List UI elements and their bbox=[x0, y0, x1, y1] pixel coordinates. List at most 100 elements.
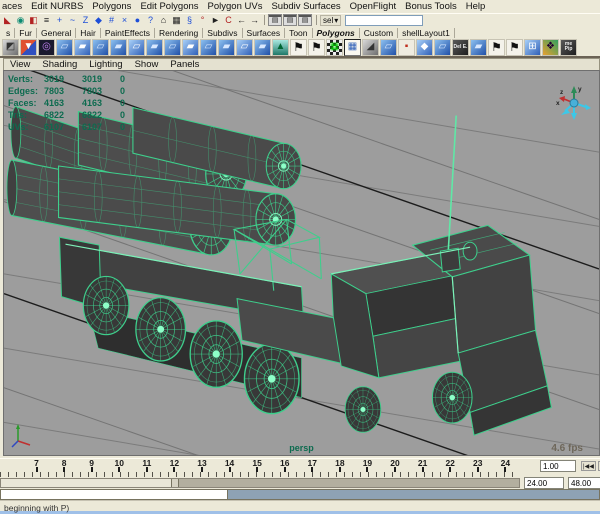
tool-icon[interactable]: ⌂ bbox=[157, 14, 170, 26]
shelf-tool-icon[interactable]: ▱ bbox=[200, 38, 217, 56]
menu-item[interactable]: Polygon UVs bbox=[208, 1, 263, 12]
shelf-tool-icon[interactable]: ⚑ bbox=[308, 38, 325, 56]
selection-mask-dropdown[interactable]: sel ▾ bbox=[320, 14, 342, 26]
shelf-tool-icon[interactable]: ▰ bbox=[182, 38, 199, 56]
tool-icon[interactable]: ◣ bbox=[1, 14, 14, 26]
mirror[interactable] bbox=[462, 241, 478, 261]
frame-mark[interactable]: 17 bbox=[306, 459, 319, 472]
command-input[interactable] bbox=[0, 489, 228, 500]
tool-icon[interactable]: C bbox=[222, 14, 235, 26]
panel-menu-item[interactable]: Shading bbox=[42, 59, 77, 70]
tool-icon[interactable]: # bbox=[105, 14, 118, 26]
panel-menu-item[interactable]: Lighting bbox=[89, 59, 122, 70]
wheel[interactable] bbox=[135, 296, 187, 362]
shelf-tool-icon[interactable]: ⊞ bbox=[524, 38, 541, 56]
frame-mark[interactable]: 11 bbox=[140, 459, 153, 472]
shelf-tool-icon[interactable]: ▱ bbox=[92, 38, 109, 56]
shelf-tool-icon[interactable]: ◢ bbox=[362, 38, 379, 56]
scene-slate-icon[interactable]: ▤ bbox=[283, 14, 297, 26]
tool-icon[interactable]: ~ bbox=[66, 14, 79, 26]
menu-item[interactable]: Edit NURBS bbox=[31, 1, 83, 12]
tool-icon[interactable]: § bbox=[183, 14, 196, 26]
wheel[interactable] bbox=[189, 320, 243, 388]
shelf-tool-icon[interactable]: ▦ bbox=[326, 38, 343, 56]
tool-icon[interactable]: ► bbox=[209, 14, 222, 26]
tool-icon[interactable]: ◧ bbox=[27, 14, 40, 26]
frame-mark[interactable]: 13 bbox=[195, 459, 208, 472]
antenna[interactable] bbox=[447, 115, 457, 252]
menu-item[interactable]: Edit Polygons bbox=[140, 1, 198, 12]
tool-icon[interactable]: → bbox=[248, 14, 261, 26]
view-axis-gizmo[interactable]: y z x bbox=[555, 83, 595, 121]
frame-mark[interactable]: 12 bbox=[168, 459, 181, 472]
shelf-tab[interactable]: General bbox=[37, 28, 77, 38]
shelf-tab[interactable]: PaintEffects bbox=[101, 28, 156, 38]
shelf-tab[interactable]: Toon bbox=[285, 28, 313, 38]
shelf-tab[interactable]: shellLayout1 bbox=[398, 28, 455, 38]
frame-mark[interactable]: 14 bbox=[223, 459, 236, 472]
shelf-tool-icon[interactable]: ▰ bbox=[470, 38, 487, 56]
command-result-area[interactable] bbox=[228, 489, 600, 500]
frame-mark[interactable]: 10 bbox=[113, 459, 126, 472]
shelf-tool-icon[interactable]: ▱ bbox=[164, 38, 181, 56]
time-slider[interactable]: 7 8 9 10 11 12 13 14 15 16 17 18 19 20 2… bbox=[0, 458, 600, 472]
tool-icon[interactable]: ° bbox=[196, 14, 209, 26]
menu-item[interactable]: OpenFlight bbox=[350, 1, 396, 12]
scene-slate-icon[interactable]: ▤ bbox=[298, 14, 312, 26]
frame-mark[interactable]: 9 bbox=[85, 459, 98, 472]
shelf-tool-icon[interactable]: ▼ bbox=[20, 38, 37, 56]
tool-icon[interactable]: ● bbox=[131, 14, 144, 26]
shelf-tool-icon[interactable]: ⚑ bbox=[290, 38, 307, 56]
range-slider-track[interactable] bbox=[0, 478, 520, 488]
tool-icon[interactable]: ◉ bbox=[14, 14, 27, 26]
shelf-tab[interactable]: Hair bbox=[76, 28, 101, 38]
menu-item[interactable]: Subdiv Surfaces bbox=[271, 1, 340, 12]
frame-mark[interactable]: 7 bbox=[30, 459, 43, 472]
frame-mark[interactable]: 22 bbox=[444, 459, 457, 472]
shelf-tool-icon[interactable]: ▰ bbox=[254, 38, 271, 56]
menu-item[interactable]: Polygons bbox=[92, 1, 131, 12]
quick-select-field[interactable] bbox=[345, 14, 424, 26]
scene-slate-icon[interactable]: ▤ bbox=[268, 14, 282, 26]
frame-mark[interactable]: 18 bbox=[333, 459, 346, 472]
shelf-tab[interactable]: Surfaces bbox=[243, 28, 286, 38]
shelf-tool-icon[interactable]: ▰ bbox=[146, 38, 163, 56]
shelf-tool-icon[interactable]: ⚑ bbox=[506, 38, 523, 56]
current-time-field[interactable] bbox=[540, 460, 576, 472]
tool-icon[interactable]: ◆ bbox=[92, 14, 105, 26]
menu-item[interactable]: Bonus Tools bbox=[405, 1, 457, 12]
shelf-tool-icon[interactable]: ▱ bbox=[128, 38, 145, 56]
frame-mark[interactable]: 21 bbox=[416, 459, 429, 472]
shelf-tool-icon[interactable]: ⚑ bbox=[488, 38, 505, 56]
range-slider-bar[interactable] bbox=[1, 479, 179, 487]
playback-button[interactable]: |◀◀ bbox=[581, 461, 596, 471]
frame-mark[interactable]: 19 bbox=[361, 459, 374, 472]
tool-icon[interactable]: ? bbox=[144, 14, 157, 26]
panel-menu-item[interactable]: View bbox=[10, 59, 30, 70]
shelf-tool-icon[interactable]: ▦ bbox=[344, 38, 361, 56]
panel-menu-item[interactable]: Show bbox=[135, 59, 159, 70]
tool-icon[interactable]: + bbox=[53, 14, 66, 26]
wheel[interactable] bbox=[243, 343, 300, 415]
shelf-tab[interactable]: Polygons bbox=[313, 28, 360, 38]
shelf-tool-icon[interactable]: ▱ bbox=[380, 38, 397, 56]
tool-icon[interactable]: Z bbox=[79, 14, 92, 26]
shelf-tool-icon[interactable]: ▰ bbox=[110, 38, 127, 56]
range-slider-handle[interactable] bbox=[171, 479, 179, 487]
shelf-tool-icon[interactable]: ◆ bbox=[416, 38, 433, 56]
shelf-tool-icon[interactable]: ◩ bbox=[2, 38, 19, 56]
shelf-tool-icon[interactable]: ▱ bbox=[236, 38, 253, 56]
shelf-tool-icon[interactable]: ▱ bbox=[56, 38, 73, 56]
frame-mark[interactable]: 8 bbox=[58, 459, 71, 472]
tool-icon[interactable]: ← bbox=[235, 14, 248, 26]
shelf-tool-icon[interactable]: Del E. bbox=[452, 38, 469, 56]
front-right-wheel[interactable] bbox=[431, 371, 473, 424]
shelf-tool-icon[interactable]: ▪ bbox=[398, 38, 415, 56]
shelf-tool-icon[interactable]: ▱ bbox=[434, 38, 451, 56]
tool-icon[interactable]: × bbox=[118, 14, 131, 26]
menu-item[interactable]: Help bbox=[466, 1, 486, 12]
wheel[interactable] bbox=[82, 275, 130, 336]
menu-item[interactable]: aces bbox=[2, 1, 22, 12]
shelf-tab[interactable]: Fur bbox=[15, 28, 37, 38]
tool-icon[interactable]: ≡ bbox=[40, 14, 53, 26]
